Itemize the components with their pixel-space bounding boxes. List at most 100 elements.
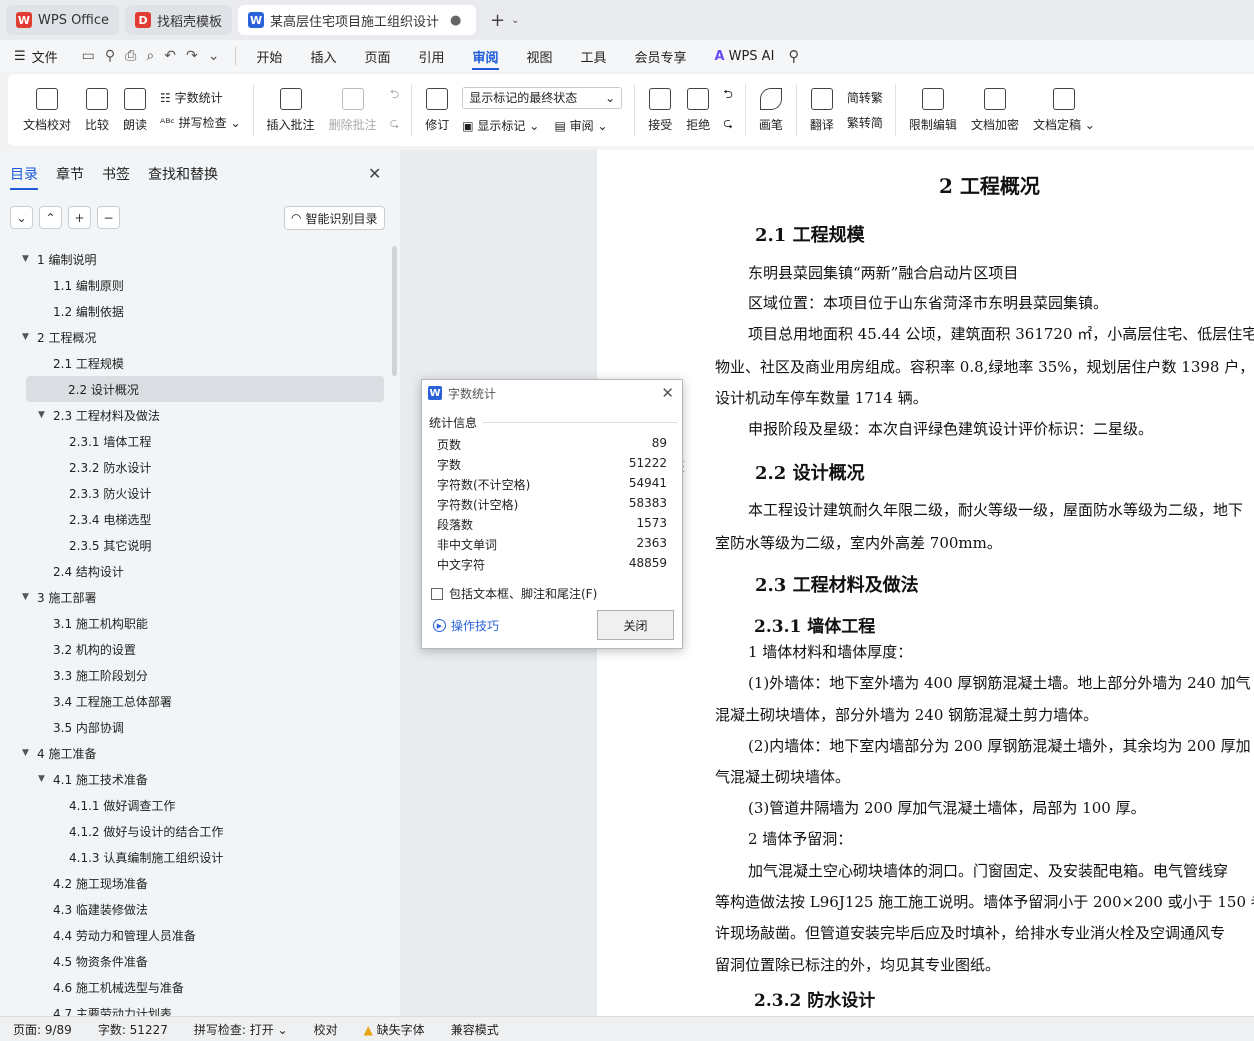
- redo-icon[interactable]: ↷: [186, 48, 198, 64]
- print-preview-icon[interactable]: ⌕: [146, 48, 154, 64]
- spell-check-indicator[interactable]: 拼写检查: 打开 ⌄: [181, 1021, 301, 1038]
- smart-toc-button[interactable]: ◠ 智能识别目录: [284, 206, 385, 230]
- toc-item[interactable]: 3.5 内部协调: [0, 714, 396, 740]
- read-aloud-button[interactable]: 朗读: [116, 78, 154, 142]
- encrypt-button[interactable]: 文档加密: [964, 78, 1026, 142]
- toc-item[interactable]: 3.4 工程施工总体部署: [0, 688, 396, 714]
- insert-comment-button[interactable]: 插入批注: [260, 78, 322, 142]
- caret-down-icon[interactable]: ▼: [22, 254, 37, 264]
- file-menu[interactable]: ☰ 文件: [0, 40, 72, 72]
- missing-font-indicator[interactable]: ▲ 缺失字体: [351, 1021, 438, 1038]
- toc-item[interactable]: 2.3.4 电梯选型: [0, 506, 396, 532]
- tab-chapters[interactable]: 章节: [56, 164, 84, 190]
- share-icon[interactable]: ⚲: [105, 48, 115, 64]
- toc-item[interactable]: ▼ 2.3 工程材料及做法: [0, 402, 396, 428]
- expand-icon[interactable]: ⌃: [39, 206, 62, 229]
- tab-wps-office[interactable]: W WPS Office: [6, 5, 120, 35]
- toc-item[interactable]: 4.1.3 认真编制施工组织设计: [0, 844, 396, 870]
- caret-down-icon[interactable]: ▼: [38, 774, 53, 784]
- toc-item[interactable]: 2.4 结构设计: [0, 558, 396, 584]
- word-count-button[interactable]: ☷ 字数统计: [160, 89, 241, 106]
- page-indicator[interactable]: 页面: 9/89: [0, 1021, 85, 1038]
- toc-item[interactable]: 4.7 主要劳动力计划表: [0, 1000, 396, 1017]
- tab-toc[interactable]: 目录: [10, 164, 38, 190]
- proof-indicator[interactable]: 校对: [301, 1021, 351, 1038]
- delete-comment-button[interactable]: 删除批注: [322, 78, 384, 142]
- to-traditional-button[interactable]: 简转繁: [847, 89, 883, 106]
- toc-item[interactable]: 4.2 施工现场准备: [0, 870, 396, 896]
- tab-find-replace[interactable]: 查找和替换: [148, 164, 218, 190]
- toc-item[interactable]: 2.1 工程规模: [0, 350, 396, 376]
- caret-down-icon[interactable]: ▼: [22, 748, 37, 758]
- remove-icon[interactable]: −: [97, 206, 120, 229]
- prev-comment-icon[interactable]: ⮌: [390, 85, 400, 106]
- toc-item[interactable]: 4.4 劳动力和管理人员准备: [0, 922, 396, 948]
- toc-item[interactable]: 2.3.2 防水设计: [0, 454, 396, 480]
- revise-button[interactable]: 修订: [418, 78, 456, 142]
- toc-item[interactable]: 1.1 编制原则: [0, 272, 396, 298]
- caret-down-icon[interactable]: ▼: [22, 592, 37, 602]
- toc-item[interactable]: 2.3.3 防火设计: [0, 480, 396, 506]
- toc-item[interactable]: 2.2 设计概况: [26, 376, 384, 402]
- finalize-button[interactable]: 文档定稿 ⌄: [1026, 78, 1102, 142]
- toc-item[interactable]: ▼ 3 施工部署: [0, 584, 396, 610]
- close-icon[interactable]: ✕: [368, 164, 381, 183]
- toc-item[interactable]: 3.3 施工阶段划分: [0, 662, 396, 688]
- toc-item[interactable]: 2.3.1 墙体工程: [0, 428, 396, 454]
- toc-item[interactable]: 4.3 临建装修做法: [0, 896, 396, 922]
- menu-home[interactable]: 开始: [242, 40, 296, 72]
- caret-down-icon[interactable]: ▼: [22, 332, 37, 342]
- print-icon[interactable]: ⎙: [125, 48, 136, 64]
- spell-check-button[interactable]: ᴬᴮᶜ 拼写检查 ⌄: [160, 114, 241, 131]
- add-icon[interactable]: +: [68, 206, 91, 229]
- toc-item[interactable]: 4.5 物资条件准备: [0, 948, 396, 974]
- to-simplified-button[interactable]: 繁转简: [847, 114, 883, 131]
- menu-page[interactable]: 页面: [350, 40, 404, 72]
- new-tab-icon[interactable]: +: [490, 10, 505, 31]
- pen-button[interactable]: 画笔: [752, 78, 790, 142]
- menu-view[interactable]: 视图: [513, 40, 567, 72]
- toc-item[interactable]: 4.6 施工机械选型与准备: [0, 974, 396, 1000]
- prev-revision-icon[interactable]: ⮌: [723, 85, 733, 106]
- tab-dot-icon[interactable]: ●: [450, 13, 461, 28]
- close-icon[interactable]: ✕: [661, 384, 674, 402]
- more-chevron-icon[interactable]: ⌄: [208, 48, 220, 64]
- search-icon[interactable]: ⚲: [788, 47, 799, 65]
- menu-tools[interactable]: 工具: [567, 40, 621, 72]
- wps-ai-button[interactable]: A WPS AI: [701, 40, 789, 72]
- tab-docer-templates[interactable]: D 找稻壳模板: [125, 5, 233, 35]
- tab-bookmarks[interactable]: 书签: [102, 164, 130, 190]
- chevron-down-icon[interactable]: ⌄: [511, 15, 519, 26]
- menu-member[interactable]: 会员专享: [621, 40, 701, 72]
- word-count-indicator[interactable]: 字数: 51227: [85, 1021, 181, 1038]
- caret-down-icon[interactable]: ▼: [38, 410, 53, 420]
- toc-item[interactable]: 1.2 编制依据: [0, 298, 396, 324]
- undo-icon[interactable]: ↶: [164, 48, 176, 64]
- next-revision-icon[interactable]: ⮎: [723, 114, 733, 135]
- compare-button[interactable]: 比较: [78, 78, 116, 142]
- toc-item[interactable]: 4.1.1 做好调查工作: [0, 792, 396, 818]
- toc-item[interactable]: 3.2 机构的设置: [0, 636, 396, 662]
- accept-button[interactable]: 接受: [641, 78, 679, 142]
- doc-check-button[interactable]: 文档校对: [16, 78, 78, 142]
- menu-insert[interactable]: 插入: [296, 40, 350, 72]
- toc-item[interactable]: 4.1.2 做好与设计的结合工作: [0, 818, 396, 844]
- toc-item[interactable]: ▼ 1 编制说明: [0, 246, 396, 272]
- document-page[interactable]: 2 工程概况 2.1 工程规模 东明县菜园集镇“两新”融合启动片区项目 区域位置：本项…: [597, 150, 1254, 1016]
- toc-item[interactable]: ▼ 4 施工准备: [0, 740, 396, 766]
- tab-current-document[interactable]: W 某高层住宅项目施工组织设计... ●: [238, 5, 477, 35]
- reject-button[interactable]: 拒绝: [679, 78, 717, 142]
- menu-review[interactable]: 审阅: [458, 40, 512, 72]
- menu-references[interactable]: 引用: [404, 40, 458, 72]
- save-icon[interactable]: ▭: [82, 48, 95, 64]
- resize-handle[interactable]: · · ·: [682, 458, 685, 478]
- toc-item[interactable]: ▼ 4.1 施工技术准备: [0, 766, 396, 792]
- include-textbox-checkbox[interactable]: 包括文本框、脚注和尾注(F): [431, 585, 597, 602]
- translate-button[interactable]: 翻译: [803, 78, 841, 142]
- show-markup-button[interactable]: ▣ 显示标记 ⌄ ▤ 审阅 ⌄: [462, 117, 622, 134]
- collapse-icon[interactable]: ⌄: [10, 206, 33, 229]
- toc-item[interactable]: 2.3.5 其它说明: [0, 532, 396, 558]
- tips-link[interactable]: ▶ 操作技巧: [433, 617, 499, 634]
- close-button[interactable]: 关闭: [597, 610, 674, 640]
- next-comment-icon[interactable]: ⮎: [390, 114, 400, 135]
